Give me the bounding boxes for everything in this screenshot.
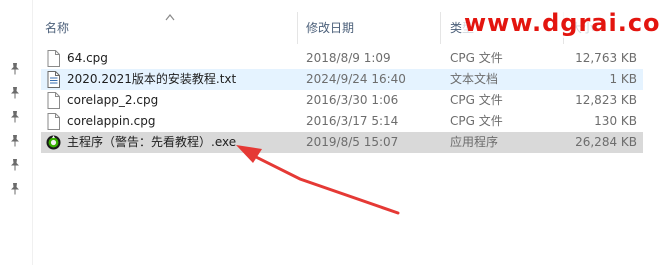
file-date: 2019/8/5 15:07 (306, 135, 399, 149)
file-row[interactable]: 64.cpg 2018/8/9 1:09 CPG 文件 12,763 KB (41, 48, 643, 69)
file-icon (47, 92, 60, 109)
file-row[interactable]: corelappin.cpg 2016/3/17 5:14 CPG 文件 130… (41, 111, 643, 132)
file-type: CPG 文件 (450, 93, 503, 107)
text-file-icon (47, 71, 60, 88)
file-type: CPG 文件 (450, 51, 503, 65)
file-name: corelappin.cpg (67, 114, 156, 128)
sort-ascending-icon (165, 14, 175, 21)
app-exe-icon (46, 135, 61, 150)
file-size: 12,763 KB (575, 51, 637, 65)
file-type: 应用程序 (450, 135, 499, 149)
column-divider[interactable] (297, 12, 298, 44)
file-icon (47, 113, 60, 130)
file-size: 26,284 KB (575, 135, 637, 149)
pin-icon[interactable] (8, 110, 22, 124)
file-size: 130 KB (594, 114, 637, 128)
file-date: 2016/3/17 5:14 (306, 114, 399, 128)
file-type: CPG 文件 (450, 114, 503, 128)
navigation-pane (0, 0, 32, 265)
file-size: 12,823 KB (575, 93, 637, 107)
pin-icon[interactable] (8, 134, 22, 148)
file-date: 2024/9/24 16:40 (306, 72, 406, 86)
pin-icon[interactable] (8, 62, 22, 76)
file-name: corelapp_2.cpg (67, 93, 159, 107)
file-size: 1 KB (609, 72, 637, 86)
file-icon (47, 50, 60, 67)
column-header-name[interactable]: 名称 (45, 12, 69, 44)
column-divider[interactable] (440, 12, 441, 44)
file-row[interactable]: 2020.2021版本的安装教程.txt 2024/9/24 16:40 文本文… (41, 69, 643, 90)
column-header-date[interactable]: 修改日期 (306, 12, 354, 44)
file-row[interactable]: corelapp_2.cpg 2016/3/30 1:06 CPG 文件 12,… (41, 90, 643, 111)
file-date: 2016/3/30 1:06 (306, 93, 399, 107)
file-row[interactable]: 主程序（警告：先看教程）.exe 2019/8/5 15:07 应用程序 26,… (41, 132, 643, 153)
file-date: 2018/8/9 1:09 (306, 51, 391, 65)
file-type: 文本文档 (450, 72, 499, 86)
file-name: 主程序（警告：先看教程）.exe (67, 135, 237, 149)
pin-icon[interactable] (8, 86, 22, 100)
pin-icon[interactable] (8, 158, 22, 172)
file-name: 2020.2021版本的安装教程.txt (67, 72, 237, 86)
pin-icon[interactable] (8, 182, 22, 196)
site-watermark: www.dgrai.com (462, 8, 661, 38)
file-name: 64.cpg (67, 51, 108, 65)
